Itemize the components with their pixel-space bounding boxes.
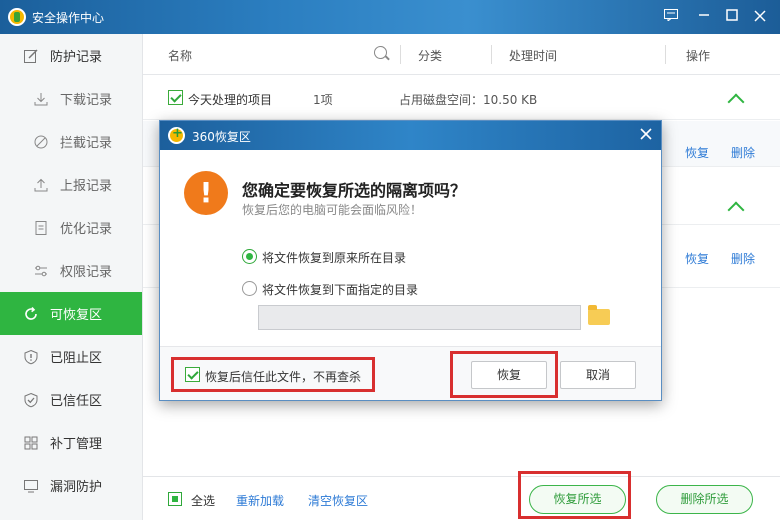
- radio-restore-custom-label[interactable]: 将文件恢复到下面指定的目录: [262, 281, 418, 298]
- sidebar-item-label: 漏洞防护: [50, 480, 103, 495]
- delete-link[interactable]: 删除: [731, 144, 755, 161]
- restore-path-input[interactable]: [258, 305, 581, 330]
- dialog-title-bar: 360恢复区: [160, 121, 661, 150]
- recovery-logo-icon: [168, 126, 185, 144]
- dialog-title: 360恢复区: [192, 130, 251, 144]
- shield-alert-icon: [22, 348, 40, 366]
- grid-icon: [22, 434, 40, 452]
- upload-icon: [32, 176, 50, 194]
- column-action: 操作: [686, 49, 711, 63]
- sidebar-item-label: 权限记录: [60, 265, 113, 280]
- reload-link[interactable]: 重新加载: [236, 492, 284, 509]
- highlight-trust-checkbox: [171, 357, 375, 392]
- feedback-icon[interactable]: [660, 6, 682, 28]
- collapse-icon[interactable]: [727, 201, 745, 219]
- radio-restore-original-label[interactable]: 将文件恢复到原来所在目录: [262, 249, 406, 266]
- sidebar-item-protection-log[interactable]: 防护记录: [0, 34, 142, 77]
- table-header: 名称 分类 处理时间 操作: [143, 34, 780, 75]
- highlight-restore-selected: [518, 471, 631, 519]
- restore-link[interactable]: 恢复: [685, 250, 709, 267]
- warning-icon: !: [184, 171, 228, 215]
- sidebar-item-label: 已阻止区: [50, 351, 103, 366]
- select-all-label[interactable]: 全选: [191, 492, 215, 509]
- window-title: 安全操作中心: [32, 11, 105, 25]
- delete-selected-button[interactable]: 删除所选: [656, 485, 753, 514]
- clear-recovery-link[interactable]: 清空恢复区: [308, 492, 368, 509]
- sidebar-item-label: 上报记录: [60, 179, 113, 194]
- sidebar-item-label: 下载记录: [60, 93, 113, 108]
- group-disk-usage: 占用磁盘空间：10.50 KB: [399, 93, 538, 107]
- collapse-icon[interactable]: [727, 93, 745, 111]
- radio-restore-custom[interactable]: [242, 281, 257, 296]
- close-icon[interactable]: [749, 6, 771, 28]
- dialog-subtext: 恢复后您的电脑可能会面临风险！: [242, 203, 423, 217]
- cancel-button[interactable]: 取消: [560, 361, 636, 389]
- column-divider: [665, 45, 666, 64]
- sidebar-item-optimize-log[interactable]: 优化记录: [0, 206, 142, 249]
- group-count: 1项: [313, 93, 333, 107]
- highlight-restore-button: [450, 351, 558, 398]
- group-row-today[interactable]: 今天处理的项目 1项 占用磁盘空间：10.50 KB: [143, 76, 780, 120]
- column-category[interactable]: 分类: [418, 47, 442, 64]
- column-name[interactable]: 名称: [168, 47, 192, 64]
- sidebar-item-label: 拦截记录: [60, 136, 113, 151]
- monitor-icon: [22, 477, 40, 495]
- sidebar-item-recovery-zone[interactable]: 可恢复区: [0, 292, 142, 335]
- sidebar-item-block-log[interactable]: 拦截记录: [0, 120, 142, 163]
- group-label: 今天处理的项目: [188, 93, 273, 107]
- sidebar-item-label: 可恢复区: [50, 308, 103, 323]
- radio-restore-original[interactable]: [242, 249, 257, 264]
- sidebar-item-label: 防护记录: [50, 50, 103, 65]
- sidebar-item-label: 补丁管理: [50, 437, 103, 452]
- column-time[interactable]: 处理时间: [509, 47, 557, 64]
- group-checkbox[interactable]: [168, 90, 183, 105]
- sidebar-item-label: 已信任区: [50, 394, 103, 409]
- sidebar-item-vulnerability-protection[interactable]: 漏洞防护: [0, 464, 142, 507]
- sidebar: 防护记录 下载记录 拦截记录 上报记录 优化记录 权限记录 可恢复区 已阻止区 …: [0, 34, 143, 520]
- sidebar-item-permission-log[interactable]: 权限记录: [0, 249, 142, 292]
- delete-link[interactable]: 删除: [731, 250, 755, 267]
- sidebar-item-trusted-zone[interactable]: 已信任区: [0, 378, 142, 421]
- restore-link[interactable]: 恢复: [685, 144, 709, 161]
- block-icon: [32, 133, 50, 151]
- bottom-toolbar: 全选 重新加载 清空恢复区 恢复所选 删除所选: [143, 476, 780, 520]
- sliders-icon: [32, 262, 50, 280]
- sidebar-item-patch-management[interactable]: 补丁管理: [0, 421, 142, 464]
- sidebar-item-report-log[interactable]: 上报记录: [0, 163, 142, 206]
- title-bar: 安全操作中心: [0, 0, 780, 34]
- sidebar-item-label: 优化记录: [60, 222, 113, 237]
- dialog-heading: 您确定要恢复所选的隔离项吗？: [242, 181, 467, 200]
- edit-icon: [22, 47, 40, 65]
- shield-check-icon: [22, 391, 40, 409]
- document-icon: [32, 219, 50, 237]
- refresh-icon: [22, 305, 40, 323]
- select-all-checkbox[interactable]: [168, 492, 182, 506]
- maximize-icon[interactable]: [721, 6, 743, 28]
- sidebar-item-download-log[interactable]: 下载记录: [0, 77, 142, 120]
- column-divider: [491, 45, 492, 64]
- search-icon[interactable]: [374, 46, 387, 59]
- dialog-close-icon[interactable]: [636, 125, 656, 145]
- sidebar-item-blocked-zone[interactable]: 已阻止区: [0, 335, 142, 378]
- minimize-icon[interactable]: [693, 6, 715, 28]
- app-logo-icon: [8, 8, 26, 26]
- column-divider: [400, 45, 401, 64]
- folder-icon[interactable]: [588, 305, 610, 325]
- download-icon: [32, 90, 50, 108]
